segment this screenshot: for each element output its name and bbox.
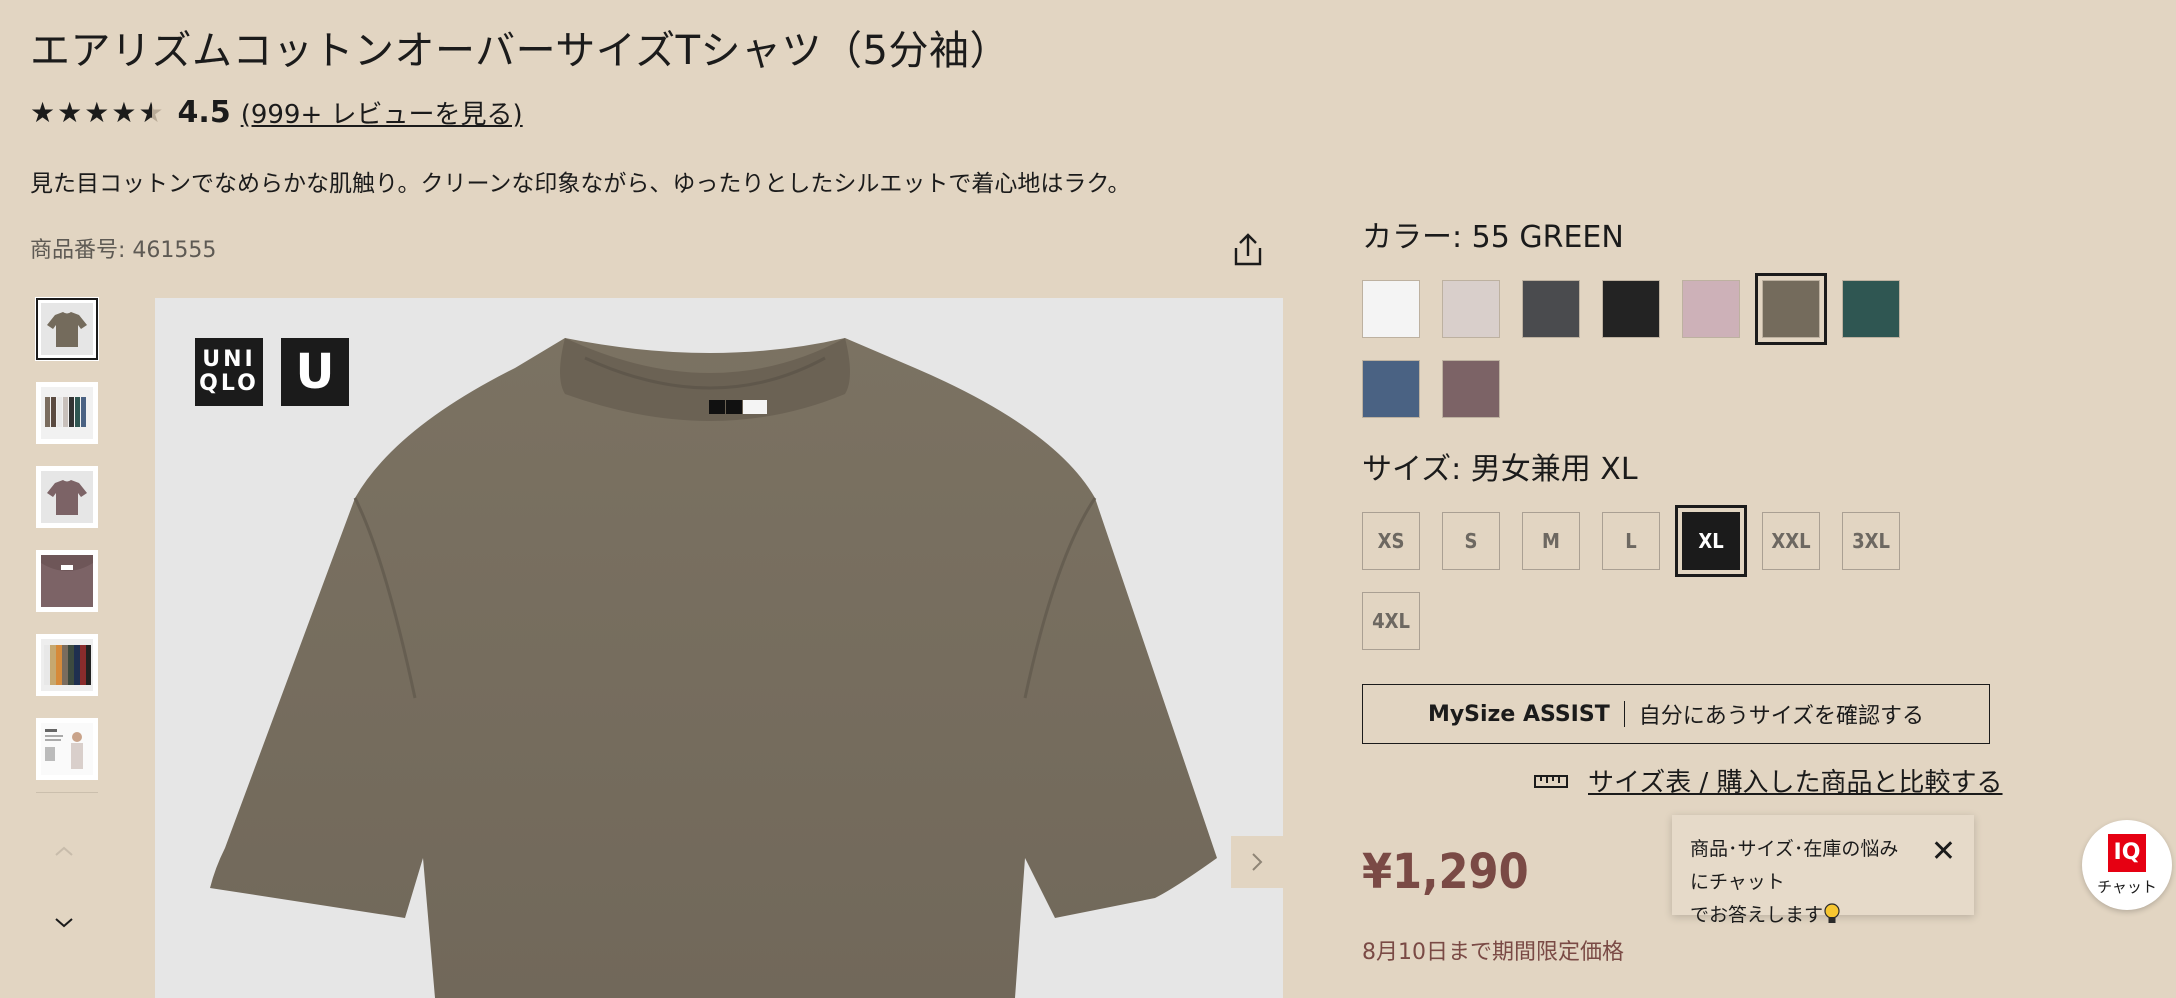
thumbnail-item[interactable] bbox=[36, 718, 98, 780]
close-icon[interactable]: ✕ bbox=[1931, 835, 1956, 868]
thumbnail-divider bbox=[36, 792, 98, 793]
thumbnail-item[interactable] bbox=[36, 382, 98, 444]
size-label: サイズ: 男女兼用 XL bbox=[1362, 452, 1638, 487]
price-note: 8月10日まで期間限定価格 bbox=[1362, 940, 1624, 965]
size-option[interactable]: 4XL bbox=[1362, 592, 1420, 650]
price: ¥1,290 bbox=[1362, 844, 1529, 900]
color-swatch[interactable] bbox=[1442, 280, 1500, 338]
size-chart-text: サイズ表 / 購入した商品と比較する bbox=[1588, 768, 2003, 798]
size-option[interactable]: XXL bbox=[1762, 512, 1820, 570]
star-icon: ★ bbox=[111, 95, 139, 129]
thumb-rack-image bbox=[41, 387, 93, 439]
logo-line-2: QLO bbox=[199, 371, 259, 396]
chat-button-label: チャット bbox=[2097, 877, 2157, 896]
star-icon: ★ bbox=[84, 95, 112, 129]
thumbnail-item[interactable] bbox=[36, 634, 98, 696]
rating-value: 4.5 bbox=[177, 94, 231, 130]
color-swatch[interactable] bbox=[1682, 280, 1740, 338]
rating-stars: ★★★★★ bbox=[30, 96, 166, 129]
size-option[interactable]: L bbox=[1602, 512, 1660, 570]
product-description: 見た目コットンでなめらかな肌触り。クリーンな印象ながら、ゆったりとしたシルエット… bbox=[30, 171, 1131, 197]
uniqlo-logo: UNI QLO bbox=[195, 338, 263, 406]
color-swatch[interactable] bbox=[1442, 360, 1500, 418]
chevron-down-icon[interactable] bbox=[52, 908, 76, 936]
chat-tooltip-line1: 商品･サイズ･在庫の悩みにチャット bbox=[1690, 838, 1899, 893]
thumb-green-tee-image bbox=[41, 303, 93, 355]
ruler-icon bbox=[1534, 774, 1568, 788]
logo-line-1: UNI bbox=[202, 347, 256, 372]
thumbnail-item[interactable] bbox=[35, 297, 99, 361]
star-icon: ★ bbox=[57, 95, 85, 129]
color-label: カラー: 55 GREEN bbox=[1362, 220, 1624, 255]
star-icon: ★ bbox=[30, 95, 58, 129]
color-swatch[interactable] bbox=[1755, 273, 1827, 345]
star-half-icon: ★ bbox=[138, 95, 166, 129]
size-option[interactable]: 3XL bbox=[1842, 512, 1900, 570]
mysize-text: 自分にあうサイズを確認する bbox=[1638, 704, 1925, 729]
chevron-up-icon[interactable] bbox=[52, 836, 76, 864]
chat-tooltip-line2-row: でお答えします bbox=[1690, 899, 1914, 932]
divider bbox=[1623, 701, 1625, 727]
thumb-model-info-image bbox=[41, 723, 93, 775]
color-swatch[interactable] bbox=[1602, 280, 1660, 338]
u-logo: U bbox=[281, 338, 349, 406]
product-title: エアリズムコットンオーバーサイズTシャツ（5分袖） bbox=[30, 28, 1010, 74]
color-swatch[interactable] bbox=[1842, 280, 1900, 338]
thumbnail-list bbox=[30, 297, 104, 802]
mysize-assist-button[interactable]: MySize ASSIST 自分にあうサイズを確認する bbox=[1362, 684, 1990, 744]
size-option[interactable]: XL bbox=[1675, 505, 1747, 577]
thumb-mauve-tee-image bbox=[41, 471, 93, 523]
main-product-image: UNI QLO U bbox=[155, 298, 1283, 998]
size-option[interactable]: XS bbox=[1362, 512, 1420, 570]
color-swatch[interactable] bbox=[1362, 280, 1420, 338]
lightbulb-icon bbox=[1824, 903, 1840, 923]
size-option[interactable]: S bbox=[1442, 512, 1500, 570]
chat-button[interactable]: IQ チャット bbox=[2082, 820, 2172, 910]
mysize-brand: MySize ASSIST bbox=[1427, 701, 1610, 727]
color-swatch[interactable] bbox=[1362, 360, 1420, 418]
thumbnail-item[interactable] bbox=[36, 550, 98, 612]
thumb-mauve-closeup-image bbox=[41, 555, 93, 607]
chevron-right-icon bbox=[1252, 853, 1263, 871]
product-number: 商品番号: 461555 bbox=[30, 238, 217, 263]
rating-row: ★★★★★ 4.5 (999+ レビューを見る) bbox=[30, 92, 523, 132]
share-icon[interactable] bbox=[1228, 230, 1268, 270]
color-swatch[interactable] bbox=[1522, 280, 1580, 338]
thumbnail-item[interactable] bbox=[36, 466, 98, 528]
size-chart-link[interactable]: サイズ表 / 購入した商品と比較する bbox=[1534, 762, 2003, 799]
size-option[interactable]: M bbox=[1522, 512, 1580, 570]
chat-tooltip: 商品･サイズ･在庫の悩みにチャット でお答えします ✕ bbox=[1672, 815, 1974, 926]
thumb-colors-stack-image bbox=[41, 639, 93, 691]
review-link[interactable]: (999+ レビューを見る) bbox=[241, 94, 523, 131]
iq-logo: IQ bbox=[2108, 833, 2146, 872]
chat-tooltip-line2: でお答えします bbox=[1690, 904, 1824, 926]
next-image-button[interactable] bbox=[1231, 836, 1283, 888]
